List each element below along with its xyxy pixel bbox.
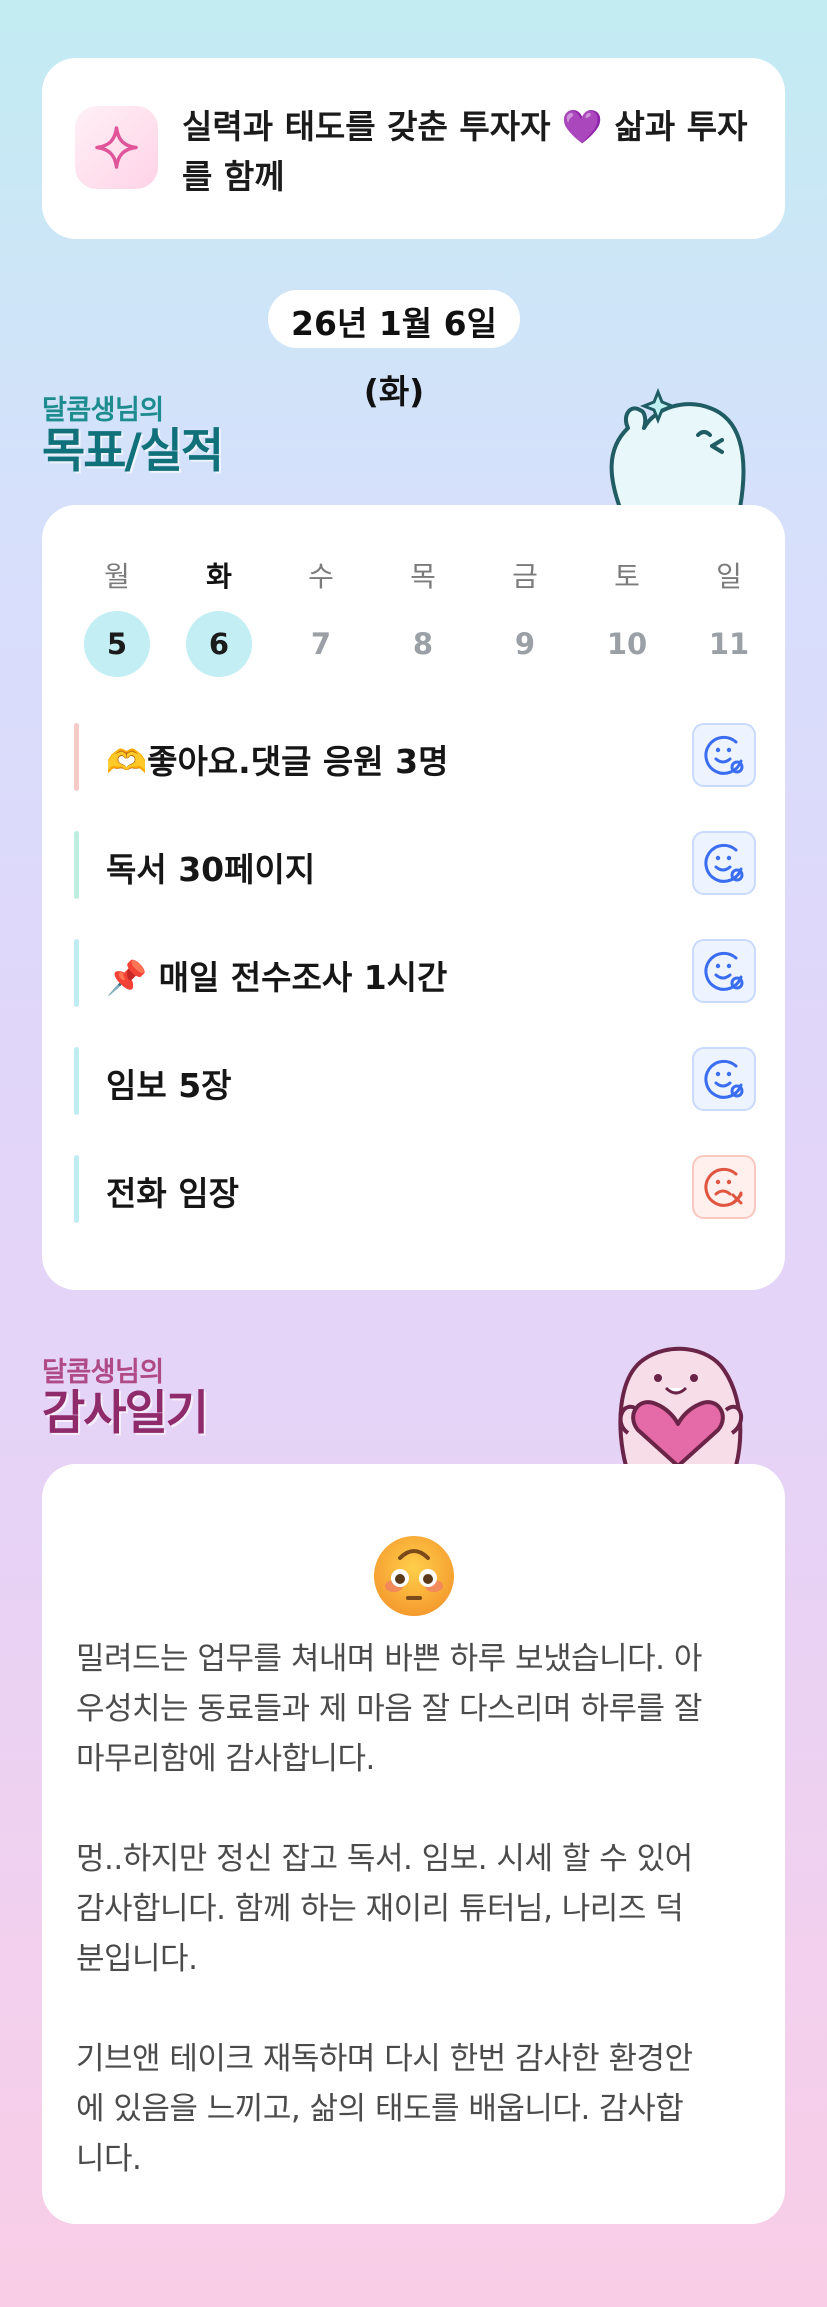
flushed-face-emoji-icon (374, 1536, 454, 1616)
day-number[interactable]: 7 (288, 611, 354, 677)
goal-not-done-icon[interactable] (692, 1155, 756, 1219)
day-number[interactable]: 10 (594, 611, 660, 677)
purple-heart-icon: 💜 (561, 107, 604, 146)
day-label: 금 (512, 560, 538, 593)
goal-accent-bar (74, 939, 79, 1007)
goal-row: 📌 매일 전수조사 1시간 (74, 937, 756, 1009)
day-label: 화 (206, 560, 232, 593)
goal-done-icon[interactable] (692, 831, 756, 895)
goal-text: 📌 매일 전수조사 1시간 (106, 958, 448, 997)
goal-done-icon[interactable] (692, 723, 756, 787)
goal-done-icon[interactable] (692, 1047, 756, 1111)
goal-row: 전화 임장 (74, 1153, 756, 1225)
ghost-mascot-waving-icon (609, 387, 746, 508)
diary-card: 밀려드는 업무를 쳐내며 바쁜 하루 보냈습니다. 아 우성치는 동료들과 제 … (42, 1464, 785, 2224)
goal-accent-bar (74, 1047, 79, 1115)
goal-accent-bar (74, 723, 79, 791)
goal-row: 🫶좋아요.댓글 응원 3명 (74, 721, 756, 793)
motto-text: 실력과 태도를 갖춘 투자자 💜 삶과 투자를 함께 (182, 107, 748, 196)
day-label: 월 (104, 560, 130, 593)
diary-text: 밀려드는 업무를 쳐내며 바쁜 하루 보냈습니다. 아 우성치는 동료들과 제 … (76, 1641, 702, 2177)
day-number[interactable]: 11 (696, 611, 762, 677)
day-number[interactable]: 5 (84, 611, 150, 677)
day-label: 목 (410, 560, 436, 593)
day-label: 수 (308, 560, 334, 593)
goal-text: 임보 5장 (106, 1066, 232, 1105)
day-label: 일 (716, 560, 742, 593)
goal-accent-bar (74, 831, 79, 899)
day-number[interactable]: 9 (492, 611, 558, 677)
day-number[interactable]: 8 (390, 611, 456, 677)
goals-card: 월 5 화 6 수 7 목 8 금 9 토 10 일 11 🫶좋아요.댓글 응원 3명독서 30페이지 📌 … (42, 505, 785, 1290)
day-label: 토 (614, 560, 640, 593)
ghost-mascot-heart-icon (618, 1346, 744, 1466)
goal-row: 임보 5장 (74, 1045, 756, 1117)
goal-text: 🫶좋아요.댓글 응원 3명 (106, 742, 449, 781)
goal-text: 독서 30페이지 (106, 850, 316, 889)
goal-row: 독서 30페이지 (74, 829, 756, 901)
diary-section-title: 감사일기 (42, 1386, 209, 1441)
goal-accent-bar (74, 1155, 79, 1223)
sparkle-icon (75, 106, 158, 189)
day-number[interactable]: 6 (186, 611, 252, 677)
goals-section-title: 목표/실적 (42, 424, 224, 479)
date-label: 26년 1월 6일(화) (268, 290, 520, 411)
motto-card: 실력과 태도를 갖춘 투자자 💜 삶과 투자를 함께 (42, 58, 785, 239)
goal-done-icon[interactable] (692, 939, 756, 1003)
goal-text: 전화 임장 (106, 1174, 239, 1213)
